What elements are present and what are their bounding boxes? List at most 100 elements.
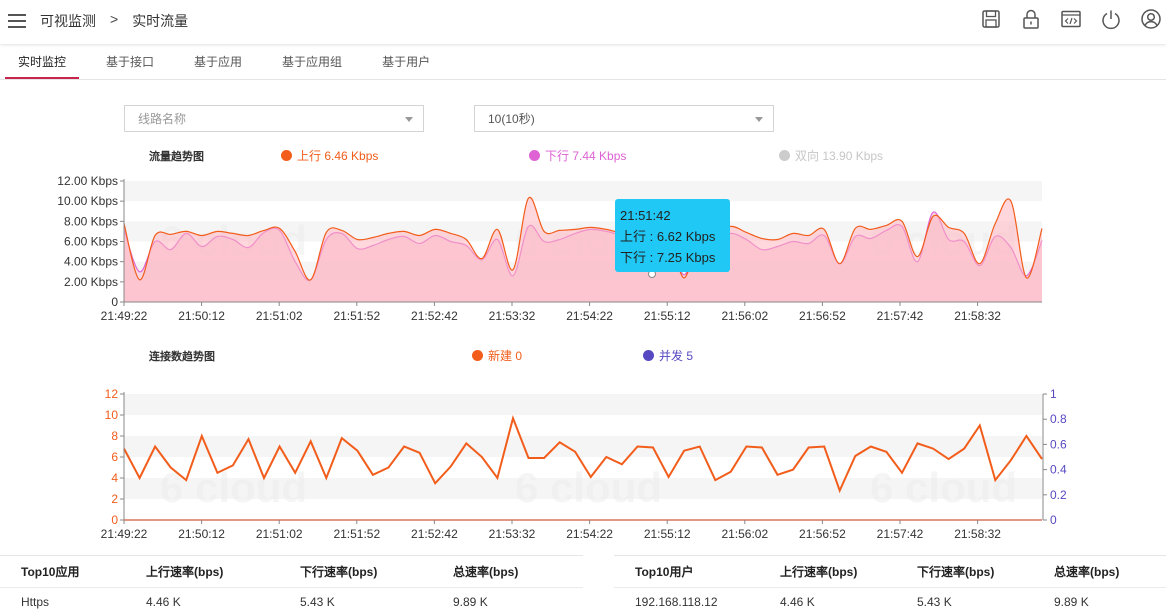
top10-apps-table: Top10应用 上行速率(bps) 下行速率(bps) 总速率(bps) Htt… <box>0 555 583 614</box>
save-icon[interactable] <box>980 8 1002 30</box>
x-tick-label: 21:51:52 <box>333 527 380 541</box>
x-tick-label: 21:57:42 <box>877 309 924 323</box>
tooltip-time: 21:51:42 <box>620 208 671 223</box>
breadcrumb-current: 实时流量 <box>132 13 189 29</box>
header-cell[interactable]: 上行速率(bps) <box>146 563 300 580</box>
table-row[interactable]: 192.168.118.12 4.46 K 5.43 K 9.89 K <box>614 588 1166 616</box>
table-cell: 9.89 K <box>1054 595 1089 609</box>
x-tick-label: 21:56:02 <box>721 309 768 323</box>
chart-tooltip: 21:51:42 上行 : 6.62 Kbps 下行 : 7.25 Kbps <box>615 199 730 272</box>
legend-bidirectional[interactable]: 双向 13.90 Kbps <box>779 147 883 164</box>
y-tick-label: 6.00 Kbps <box>64 235 118 249</box>
menu-icon[interactable] <box>8 10 26 32</box>
table-cell: 5.43 K <box>917 595 952 609</box>
power-icon[interactable] <box>1100 8 1122 30</box>
table-cell: 5.43 K <box>300 595 335 609</box>
table-cell: 4.46 K <box>146 595 181 609</box>
download-dot-icon <box>529 150 540 161</box>
y-tick-label: 4.00 Kbps <box>64 255 118 269</box>
y-tick-label-right: 0.2 <box>1050 488 1067 502</box>
code-icon[interactable] <box>1060 8 1082 30</box>
x-tick-label: 21:57:42 <box>877 527 924 541</box>
legend-concurrent-label: 并发 5 <box>659 349 694 363</box>
legend-concurrent[interactable]: 并发 5 <box>643 347 693 364</box>
tab-by-user[interactable]: 基于用户 <box>369 44 443 79</box>
x-tick-label: 21:55:12 <box>644 309 691 323</box>
user-icon[interactable] <box>1140 8 1162 30</box>
tab-by-interface[interactable]: 基于接口 <box>93 44 167 79</box>
tab-by-app[interactable]: 基于应用 <box>181 44 255 79</box>
header-cell[interactable]: 总速率(bps) <box>453 563 573 580</box>
header-cell[interactable]: 下行速率(bps) <box>917 563 1054 580</box>
table-cell: Https <box>21 595 50 609</box>
upload-area <box>124 197 1042 302</box>
y-tick-label: 12.00 Kbps <box>57 174 118 188</box>
new-conn-dot-icon <box>472 350 483 361</box>
connection-chart-title: 连接数趋势图 <box>149 351 215 363</box>
legend-upload[interactable]: 上行 6.46 Kbps <box>281 147 378 164</box>
y-tick-label: 12 <box>105 387 119 401</box>
grid-band <box>124 181 1042 202</box>
y-tick-label: 8 <box>111 429 118 443</box>
y-tick-label-right: 0 <box>1050 513 1057 527</box>
y-tick-label: 8.00 Kbps <box>64 214 118 228</box>
header-cell[interactable]: 下行速率(bps) <box>300 563 453 580</box>
table-cell: 9.89 K <box>453 595 488 609</box>
chevron-down-icon <box>405 117 413 122</box>
y-tick-label-right: 1 <box>1050 387 1057 401</box>
tooltip-download: 下行 : 7.25 Kbps <box>620 250 716 265</box>
breadcrumb-parent[interactable]: 可视监测 <box>40 11 96 31</box>
interval-value: 10(10秒) <box>488 112 535 126</box>
tab-by-app-group[interactable]: 基于应用组 <box>269 44 355 79</box>
header-cell: Top10用户 <box>635 565 694 579</box>
grid-band <box>124 394 1042 415</box>
watermark-logo: 6 cloud 6 cloud 6 cloud <box>160 464 1017 511</box>
tab-realtime[interactable]: 实时监控 <box>5 44 80 79</box>
y-tick-label-right: 0.4 <box>1050 463 1067 477</box>
chevron-down-icon <box>755 117 763 122</box>
breadcrumb-separator: > <box>110 11 119 27</box>
table-row[interactable]: Https 4.46 K 5.43 K 9.89 K <box>0 588 583 616</box>
line-name-select[interactable]: 线路名称 <box>124 105 424 132</box>
legend-download[interactable]: 下行 7.44 Kbps <box>529 147 626 164</box>
x-tick-label: 21:54:22 <box>566 309 613 323</box>
x-tick-label: 21:55:12 <box>644 527 691 541</box>
x-tick-label: 21:56:52 <box>799 309 846 323</box>
bidirectional-dot-icon <box>779 150 790 161</box>
y-tick-label: 10 <box>105 408 119 422</box>
tab-bar: 实时监控 基于接口 基于应用 基于应用组 基于用户 <box>0 44 1166 80</box>
x-tick-label: 21:52:42 <box>411 527 458 541</box>
toolbar-icons <box>980 8 1162 30</box>
x-tick-label: 21:49:22 <box>101 527 148 541</box>
x-tick-label: 21:56:02 <box>721 527 768 541</box>
legend-new-conn[interactable]: 新建 0 <box>472 347 522 364</box>
y-tick-label: 2 <box>111 492 118 506</box>
x-tick-label: 21:51:02 <box>256 309 303 323</box>
y-tick-label-right: 0.6 <box>1050 437 1067 451</box>
y-tick-label: 6 <box>111 450 118 464</box>
traffic-chart[interactable]: 6 cloud6 cloud6 cloud02.00 Kbps4.00 Kbps… <box>0 170 1166 330</box>
x-tick-label: 21:50:12 <box>178 309 225 323</box>
breadcrumb: 可视监测 > 实时流量 <box>40 11 188 31</box>
x-tick-label: 21:54:22 <box>566 527 613 541</box>
x-tick-label: 21:58:32 <box>954 527 1001 541</box>
y-tick-label: 4 <box>111 471 118 485</box>
x-tick-label: 21:49:22 <box>101 309 148 323</box>
y-tick-label: 10.00 Kbps <box>57 194 118 208</box>
watermark-text: 6 cloud <box>870 464 1017 511</box>
interval-select[interactable]: 10(10秒) <box>474 105 774 132</box>
table-header: Top10应用 上行速率(bps) 下行速率(bps) 总速率(bps) <box>0 556 583 588</box>
upload-dot-icon <box>281 150 292 161</box>
grid-band <box>124 436 1042 457</box>
x-tick-label: 21:53:32 <box>489 527 536 541</box>
legend-download-label: 下行 7.44 Kbps <box>545 149 627 163</box>
watermark-text: 6 cloud <box>160 464 307 511</box>
top-bar: 可视监测 > 实时流量 <box>0 0 1166 44</box>
x-tick-label: 21:58:32 <box>954 309 1001 323</box>
x-tick-label: 21:52:42 <box>411 309 458 323</box>
header-cell[interactable]: 上行速率(bps) <box>780 563 917 580</box>
header-cell[interactable]: 总速率(bps) <box>1054 563 1164 580</box>
lock-icon[interactable] <box>1020 8 1042 30</box>
connection-chart[interactable]: 6 cloud 6 cloud 6 cloud 0 2 4 6 8 10 12 0 0.2 0.4 0.6… <box>0 380 1166 545</box>
watermark-text: 6 cloud <box>515 464 662 511</box>
